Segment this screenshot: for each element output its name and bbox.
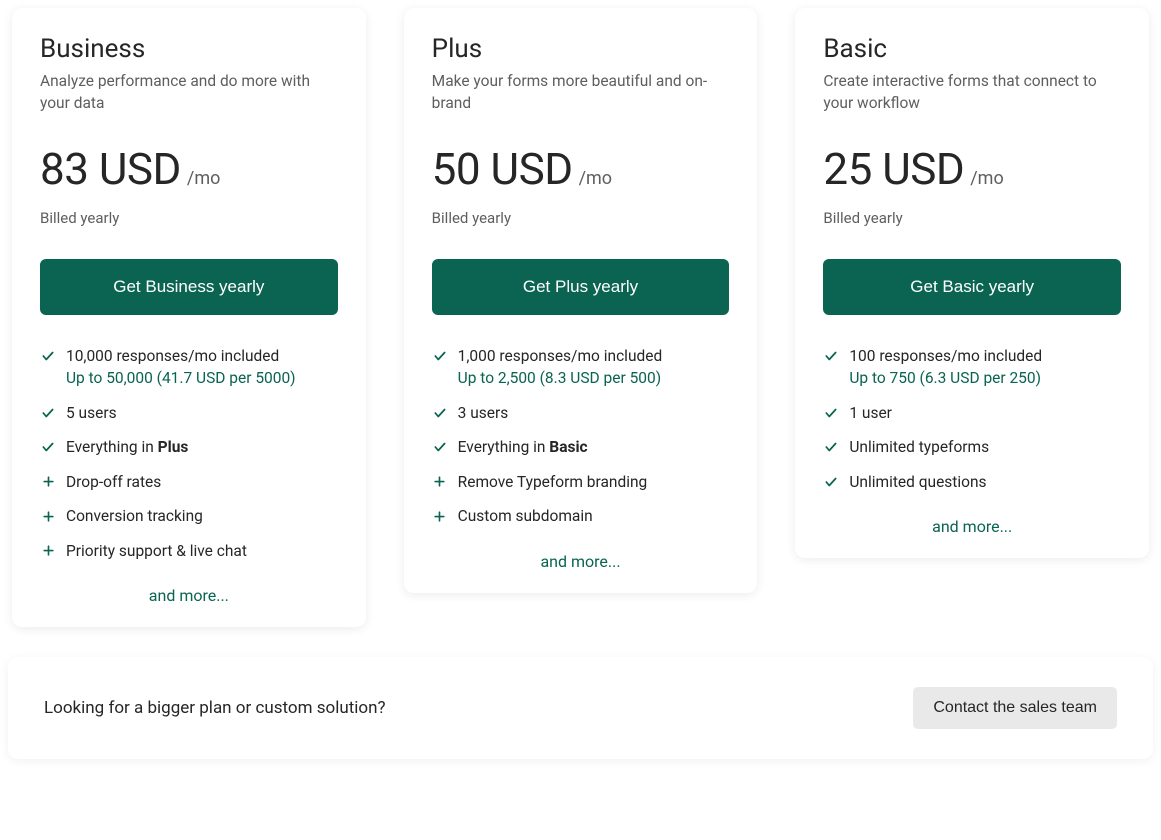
feature-text: Unlimited questions [849, 471, 1121, 493]
feature-text: Custom subdomain [458, 505, 730, 527]
feature-text-prefix: Everything in [66, 438, 158, 456]
check-icon [40, 436, 56, 458]
check-icon [823, 345, 839, 367]
sales-text: Looking for a bigger plan or custom solu… [44, 698, 386, 718]
feature-text-main: Remove Typeform branding [458, 473, 648, 491]
feature-text: 3 users [458, 402, 730, 424]
plan-card-plus: Plus Make your forms more beautiful and o… [404, 8, 758, 593]
feature-text-main: Drop-off rates [66, 473, 161, 491]
get-plus-button[interactable]: Get Plus yearly [432, 259, 730, 315]
plus-icon [40, 540, 56, 562]
feature-item: Conversion tracking [40, 505, 338, 527]
plus-icon [40, 471, 56, 493]
billed-text: Billed yearly [432, 209, 730, 227]
plus-icon [432, 471, 448, 493]
feature-text-prefix: Everything in [458, 438, 550, 456]
plan-name: Business [40, 34, 338, 64]
feature-item: Remove Typeform branding [432, 471, 730, 493]
contact-sales-button[interactable]: Contact the sales team [913, 687, 1117, 729]
check-icon [823, 402, 839, 424]
check-icon [432, 402, 448, 424]
feature-list: 100 responses/mo included Up to 750 (6.3 … [823, 345, 1121, 493]
feature-text: Everything in Basic [458, 436, 730, 458]
get-basic-button[interactable]: Get Basic yearly [823, 259, 1121, 315]
price-amount: 50 USD [432, 143, 573, 195]
feature-text-main: 1,000 responses/mo included [458, 347, 663, 365]
feature-item: 100 responses/mo included Up to 750 (6.3 … [823, 345, 1121, 390]
pricing-grid: Business Analyze performance and do more … [8, 8, 1153, 627]
feature-text-main: 10,000 responses/mo included [66, 347, 279, 365]
check-icon [823, 471, 839, 493]
plus-icon [40, 505, 56, 527]
plan-tagline: Make your forms more beautiful and on-br… [432, 70, 730, 115]
feature-text-main: Custom subdomain [458, 507, 593, 525]
check-icon [432, 345, 448, 367]
feature-item: Unlimited typeforms [823, 436, 1121, 458]
feature-sublabel: Up to 750 (6.3 USD per 250) [849, 367, 1121, 389]
price-row: 83 USD/mo [40, 143, 338, 195]
plus-icon [432, 505, 448, 527]
more-link[interactable]: and more... [40, 586, 338, 605]
feature-text-main: Conversion tracking [66, 507, 203, 525]
feature-text-main: 1 user [849, 404, 892, 422]
feature-list: 1,000 responses/mo included Up to 2,500 (… [432, 345, 730, 528]
feature-text: Unlimited typeforms [849, 436, 1121, 458]
plan-tagline: Create interactive forms that connect to… [823, 70, 1121, 115]
feature-item: 5 users [40, 402, 338, 424]
feature-text-main: Unlimited questions [849, 473, 986, 491]
plan-card-basic: Basic Create interactive forms that conne… [795, 8, 1149, 558]
check-icon [40, 345, 56, 367]
feature-text-main: 3 users [458, 404, 509, 422]
feature-text-main: Unlimited typeforms [849, 438, 989, 456]
feature-item: 3 users [432, 402, 730, 424]
feature-text-main: 100 responses/mo included [849, 347, 1042, 365]
feature-sublabel: Up to 2,500 (8.3 USD per 500) [458, 367, 730, 389]
feature-item: Custom subdomain [432, 505, 730, 527]
feature-text-main: 5 users [66, 404, 117, 422]
plan-tagline: Analyze performance and do more with you… [40, 70, 338, 115]
more-link[interactable]: and more... [432, 552, 730, 571]
check-icon [40, 402, 56, 424]
feature-text: 100 responses/mo included Up to 750 (6.3 … [849, 345, 1121, 390]
feature-text: 1,000 responses/mo included Up to 2,500 (… [458, 345, 730, 390]
feature-text: 1 user [849, 402, 1121, 424]
feature-list: 10,000 responses/mo included Up to 50,000… [40, 345, 338, 562]
feature-item: 1 user [823, 402, 1121, 424]
price-period: /mo [579, 168, 612, 189]
feature-text: 5 users [66, 402, 338, 424]
feature-item: Priority support & live chat [40, 540, 338, 562]
check-icon [823, 436, 839, 458]
feature-item: Everything in Plus [40, 436, 338, 458]
feature-text: Conversion tracking [66, 505, 338, 527]
plan-card-business: Business Analyze performance and do more … [12, 8, 366, 627]
price-amount: 25 USD [823, 143, 964, 195]
check-icon [432, 436, 448, 458]
feature-text: Drop-off rates [66, 471, 338, 493]
feature-text: Remove Typeform branding [458, 471, 730, 493]
billed-text: Billed yearly [40, 209, 338, 227]
price-period: /mo [187, 168, 220, 189]
get-business-button[interactable]: Get Business yearly [40, 259, 338, 315]
price-amount: 83 USD [40, 143, 181, 195]
price-row: 50 USD/mo [432, 143, 730, 195]
price-period: /mo [970, 168, 1003, 189]
price-row: 25 USD/mo [823, 143, 1121, 195]
feature-text: Everything in Plus [66, 436, 338, 458]
feature-item: 1,000 responses/mo included Up to 2,500 (… [432, 345, 730, 390]
feature-text: 10,000 responses/mo included Up to 50,000… [66, 345, 338, 390]
feature-sublabel: Up to 50,000 (41.7 USD per 5000) [66, 367, 338, 389]
feature-text-main: Priority support & live chat [66, 542, 247, 560]
feature-item: Drop-off rates [40, 471, 338, 493]
feature-item: Unlimited questions [823, 471, 1121, 493]
billed-text: Billed yearly [823, 209, 1121, 227]
more-link[interactable]: and more... [823, 517, 1121, 536]
feature-text: Priority support & live chat [66, 540, 338, 562]
plan-name: Basic [823, 34, 1121, 64]
sales-banner: Looking for a bigger plan or custom solu… [8, 657, 1153, 759]
feature-text-bold: Basic [549, 438, 587, 456]
feature-item: 10,000 responses/mo included Up to 50,000… [40, 345, 338, 390]
feature-text-bold: Plus [158, 438, 189, 456]
feature-item: Everything in Basic [432, 436, 730, 458]
plan-name: Plus [432, 34, 730, 64]
